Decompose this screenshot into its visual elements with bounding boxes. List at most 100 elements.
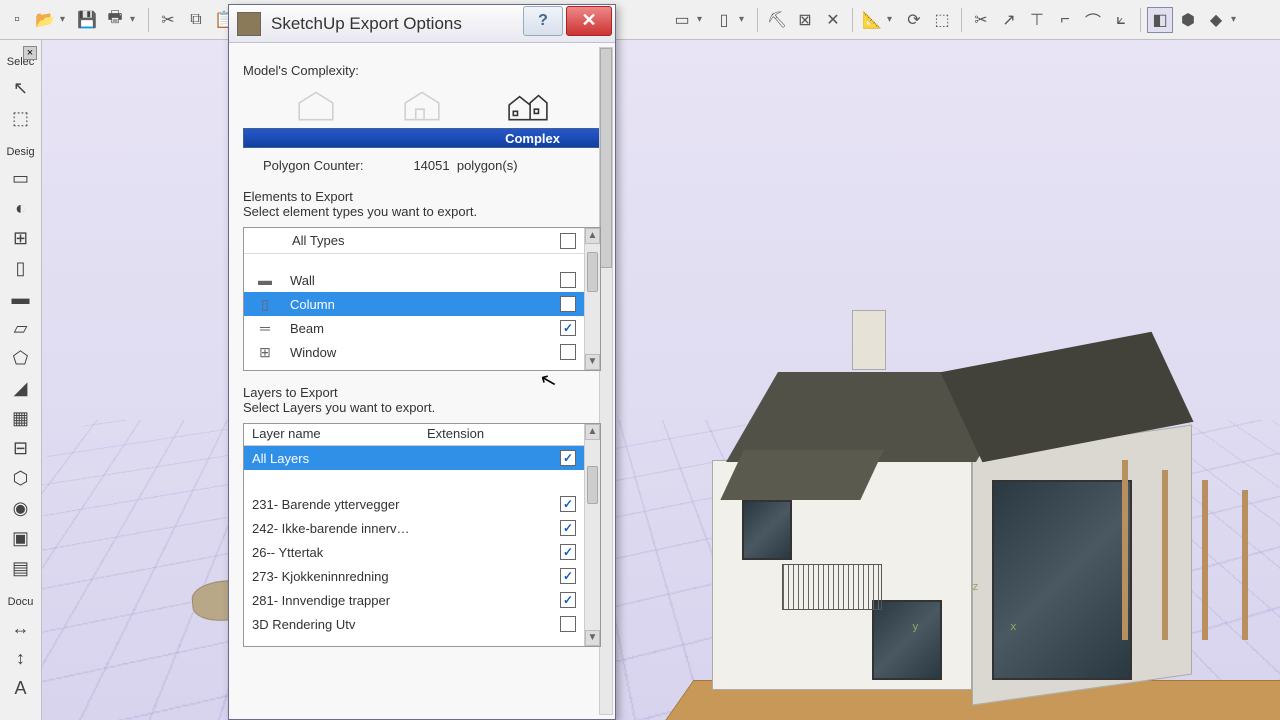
balcony — [782, 564, 882, 610]
layer-checkbox[interactable] — [560, 544, 576, 560]
layer-row[interactable]: 273- Kjokkeninnredning — [244, 564, 600, 588]
marquee-tool[interactable]: ⬚ — [7, 104, 35, 132]
tool-n-button[interactable]: ⟀ — [1108, 7, 1134, 33]
layer-checkbox[interactable] — [560, 496, 576, 512]
dialog-help-button[interactable]: ? — [523, 6, 563, 36]
door-tool[interactable]: ◐ — [7, 194, 35, 222]
elements-scrollbar[interactable]: ▲ ▼ — [584, 228, 600, 370]
layers-subtitle: Select Layers you want to export. — [243, 400, 601, 415]
layer-row[interactable]: 242- Ikke-barende innerv… — [244, 516, 600, 540]
print-dropdown[interactable]: ▾ — [130, 14, 142, 25]
all-layers-checkbox[interactable] — [560, 450, 576, 466]
complexity-slider[interactable]: Complex — [243, 128, 601, 148]
complexity-high-icon[interactable] — [507, 88, 549, 122]
scroll-down-button[interactable]: ▼ — [585, 354, 600, 370]
layer-checkbox[interactable] — [560, 592, 576, 608]
tool-i-button[interactable]: ✂ — [968, 7, 994, 33]
layer-row[interactable]: 281- Innvendige trapper — [244, 588, 600, 612]
tool-k-button[interactable]: ⊤ — [1024, 7, 1050, 33]
scroll-down-button[interactable]: ▼ — [585, 630, 600, 646]
column-tool[interactable]: ▯ — [7, 254, 35, 282]
wall-tool[interactable]: ▭ — [7, 164, 35, 192]
element-checkbox[interactable] — [560, 272, 576, 288]
dropdown-icon[interactable]: ▾ — [887, 14, 899, 25]
dimension-tool[interactable]: ↔ — [7, 614, 35, 642]
shell-tool[interactable]: ◢ — [7, 374, 35, 402]
new-file-button[interactable]: ▫ — [4, 7, 30, 33]
dialog-close-button[interactable]: ✕ — [566, 6, 612, 36]
open-file-button[interactable]: 📂 — [32, 7, 58, 33]
layers-scrollbar[interactable]: ▲ ▼ — [584, 424, 600, 646]
zone-tool[interactable]: ▣ — [7, 524, 35, 552]
top-toolbar: ▫ 📂▾ 💾 🖶▾ ✂ ⧉ 📋 ↶ ▭▾ ▯▾ ⛏ ⊠ ✕ 📐▾ ⟳ ⬚ ✂ ↗… — [0, 0, 1280, 40]
dropdown-icon[interactable]: ▾ — [739, 14, 751, 25]
complexity-med-icon[interactable] — [401, 88, 443, 122]
scroll-up-button[interactable]: ▲ — [585, 424, 600, 440]
element-checkbox[interactable] — [560, 296, 576, 312]
scrollbar-thumb[interactable] — [587, 466, 598, 504]
tool-active-button[interactable]: ◧ — [1147, 7, 1173, 33]
beam-icon: ═ — [254, 319, 276, 337]
save-button[interactable]: 💾 — [74, 7, 100, 33]
layer-row[interactable]: 231- Barende yttervegger — [244, 492, 600, 516]
morph-tool[interactable]: ⬡ — [7, 464, 35, 492]
element-checkbox[interactable] — [560, 344, 576, 360]
axis-y: y — [912, 620, 919, 633]
toolbar-separator — [852, 8, 853, 32]
level-tool[interactable]: ↕ — [7, 644, 35, 672]
scrollbar-thumb[interactable] — [587, 252, 598, 292]
layer-checkbox[interactable] — [560, 568, 576, 584]
dialog-titlebar[interactable]: SketchUp Export Options ? ✕ — [229, 5, 615, 43]
element-row-wall[interactable]: ▬Wall — [244, 268, 600, 292]
layer-row[interactable]: 26-- Yttertak — [244, 540, 600, 564]
beam-tool[interactable]: ▬ — [7, 284, 35, 312]
tool-o-button[interactable]: ⬢ — [1175, 7, 1201, 33]
tool-f-button[interactable]: 📐 — [859, 7, 885, 33]
layer-checkbox[interactable] — [560, 616, 576, 632]
tool-d-button[interactable]: ⊠ — [792, 7, 818, 33]
copy-button[interactable]: ⧉ — [183, 7, 209, 33]
print-button[interactable]: 🖶 — [102, 7, 128, 33]
mesh-tool[interactable]: ▦ — [7, 404, 35, 432]
cut-button[interactable]: ✂ — [155, 7, 181, 33]
tool-a-button[interactable]: ▭ — [669, 7, 695, 33]
slab-tool[interactable]: ▱ — [7, 314, 35, 342]
dropdown-icon[interactable]: ▾ — [1231, 14, 1243, 25]
element-row-column[interactable]: ▯Column — [244, 292, 600, 316]
tool-h-button[interactable]: ⬚ — [929, 7, 955, 33]
element-row-beam[interactable]: ═Beam — [244, 316, 600, 340]
complexity-low-icon[interactable] — [295, 88, 337, 122]
tool-c-button[interactable]: ⛏ — [764, 7, 790, 33]
stair-tool[interactable]: ▤ — [7, 554, 35, 582]
chimney — [852, 310, 886, 370]
dropdown-icon[interactable]: ▾ — [697, 14, 709, 25]
text-tool[interactable]: A — [7, 674, 35, 702]
building-model — [622, 300, 1262, 720]
element-row-window[interactable]: ⊞Window — [244, 340, 600, 364]
scroll-up-button[interactable]: ▲ — [585, 228, 600, 244]
tool-b-button[interactable]: ▯ — [711, 7, 737, 33]
tool-l-button[interactable]: ⌐ — [1052, 7, 1078, 33]
all-layers-row[interactable]: All Layers — [244, 446, 600, 470]
element-label: Column — [290, 297, 560, 312]
all-types-checkbox[interactable] — [560, 233, 576, 249]
tool-j-button[interactable]: ↗ — [996, 7, 1022, 33]
layer-checkbox[interactable] — [560, 520, 576, 536]
open-dropdown[interactable]: ▾ — [60, 14, 72, 25]
window-tool[interactable]: ⊞ — [7, 224, 35, 252]
tool-e-button[interactable]: ✕ — [820, 7, 846, 33]
tool-m-button[interactable]: ⌒ — [1080, 7, 1106, 33]
tool-g-button[interactable]: ⟳ — [901, 7, 927, 33]
panel-close-button[interactable]: × — [23, 46, 37, 60]
arrow-tool[interactable]: ↖ — [7, 74, 35, 102]
dialog-scrollbar[interactable] — [599, 47, 613, 715]
scrollbar-thumb[interactable] — [600, 48, 612, 268]
layer-label: 273- Kjokkeninnredning — [252, 569, 560, 584]
element-checkbox[interactable] — [560, 320, 576, 336]
layer-row[interactable]: 3D Rendering Utv — [244, 612, 600, 636]
toolbar-separator — [757, 8, 758, 32]
roof-tool[interactable]: ⬠ — [7, 344, 35, 372]
tool-p-button[interactable]: ◆ — [1203, 7, 1229, 33]
object-tool[interactable]: ◉ — [7, 494, 35, 522]
curtain-tool[interactable]: ⊟ — [7, 434, 35, 462]
